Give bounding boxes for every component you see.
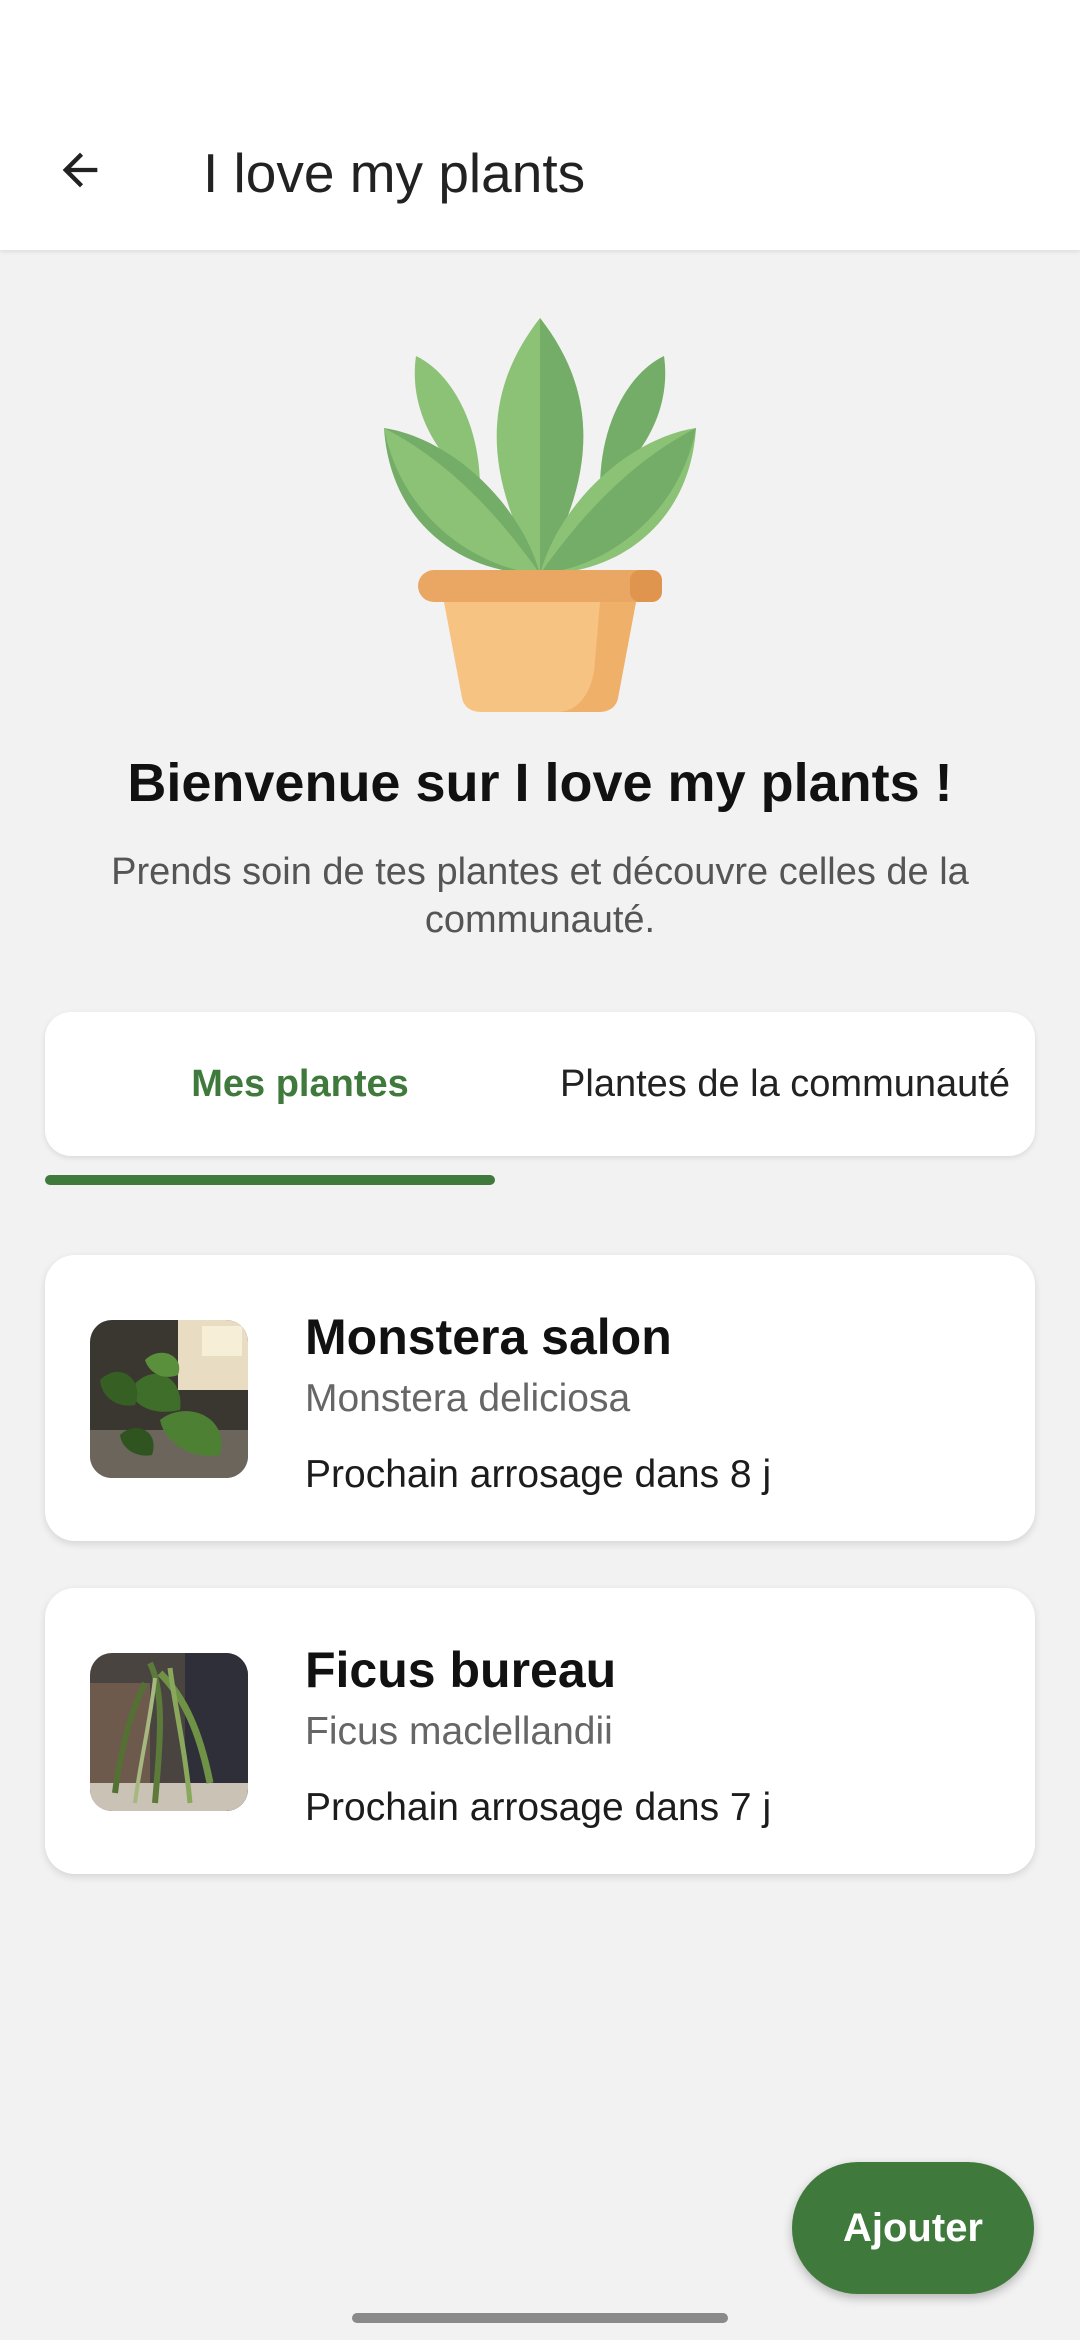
plant-card-ficus[interactable]: Ficus bureau Ficus maclellandii Prochain… xyxy=(45,1588,1035,1874)
plant-card-monstera[interactable]: Monstera salon Monstera deliciosa Procha… xyxy=(45,1255,1035,1541)
page-title: I love my plants xyxy=(203,142,586,204)
plant-species: Ficus maclellandii xyxy=(305,1710,613,1753)
tab-bar: Mes plantes Plantes de la communauté xyxy=(45,1012,1035,1156)
app-bar: I love my plants xyxy=(0,0,1080,250)
plant-photo xyxy=(90,1320,248,1478)
plant-name: Monstera salon xyxy=(305,1309,672,1365)
plant-species: Monstera deliciosa xyxy=(305,1377,631,1420)
gesture-navigation-bar[interactable] xyxy=(352,2313,728,2323)
watering-info: Prochain arrosage dans 7 j xyxy=(305,1786,772,1829)
back-button[interactable] xyxy=(40,130,120,210)
tab-my-plants[interactable]: Mes plantes xyxy=(45,1012,555,1156)
watering-info: Prochain arrosage dans 8 j xyxy=(305,1453,772,1496)
welcome-subtitle: Prends soin de tes plantes et découvre c… xyxy=(111,851,969,941)
welcome-title: Bienvenue sur I love my plants ! xyxy=(127,753,953,813)
arrow-left-icon xyxy=(62,152,98,188)
app-screen: I love my plants Bienvenue sur I love my… xyxy=(0,0,1080,2340)
plant-name: Ficus bureau xyxy=(305,1642,617,1698)
tab-indicator xyxy=(45,1175,495,1185)
plant-photo xyxy=(90,1653,248,1811)
add-plant-button[interactable]: Ajouter xyxy=(792,2162,1034,2294)
potted-plant-illustration xyxy=(380,312,700,712)
tab-community-plants[interactable]: Plantes de la communauté xyxy=(535,1012,1035,1156)
